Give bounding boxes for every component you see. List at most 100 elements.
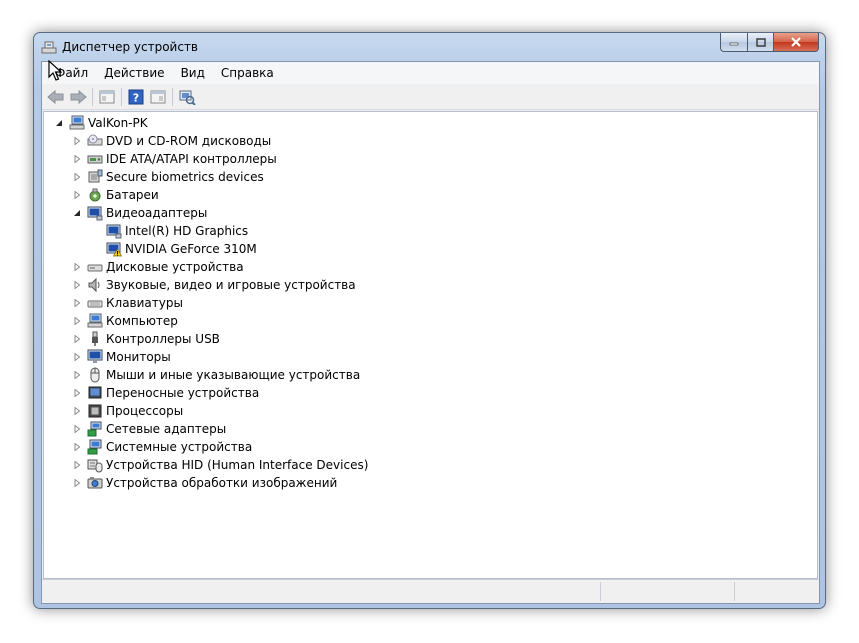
back-button[interactable] [45,86,67,108]
expand-triangle-icon[interactable] [73,425,81,433]
expand-triangle-icon[interactable] [73,407,81,415]
tree-expander[interactable] [72,370,82,380]
properties-pane-icon [99,90,115,103]
tree-expander[interactable] [72,460,82,470]
dvd-drive-icon [87,134,103,146]
tree-expander[interactable] [54,118,64,128]
device-manager-icon [41,41,57,54]
details-view-icon [150,90,166,103]
expand-triangle-icon[interactable] [73,263,81,271]
tree-expander[interactable] [72,406,82,416]
expand-triangle-icon[interactable] [73,371,81,379]
tree-category-node[interactable]: Клавиатуры [72,294,183,312]
tree-label: Компьютер [106,314,178,328]
tree-icon [87,439,103,455]
collapse-triangle-icon[interactable] [55,119,63,127]
tree-label: Дисковые устройства [106,260,244,274]
tree-category-node[interactable]: Переносные устройства [72,384,259,402]
tree-label: Мыши и иные указывающие устройства [106,368,361,382]
tree-expander[interactable] [72,190,82,200]
monitor-icon [87,349,103,363]
tree-category-node[interactable]: Процессоры [72,402,183,420]
tree-category-node[interactable]: Дисковые устройства [72,258,244,276]
close-button[interactable] [773,33,819,52]
tree-label: Устройства HID (Human Interface Devices) [106,458,369,472]
expand-triangle-icon[interactable] [73,191,81,199]
details-view-button[interactable] [147,86,169,108]
help-button[interactable]: ? [125,86,147,108]
tree-category-node[interactable]: DVD и CD-ROM дисководы [72,132,271,150]
tree-label: Переносные устройства [106,386,260,400]
tree-expander[interactable] [72,442,82,452]
tree-expander[interactable] [72,208,82,218]
tree-category-node[interactable]: Звуковые, видео и игровые устройства [72,276,356,294]
keyboard-icon [87,300,103,308]
tree-category-node[interactable]: IDE ATA/ATAPI контроллеры [72,150,277,168]
menu-bar: Файл Действие Вид Справка [42,62,819,84]
tree-label: Звуковые, видео и игровые устройства [106,278,356,292]
tree-expander[interactable] [72,154,82,164]
tree-category-node[interactable]: Мониторы [72,348,171,366]
tree-category-node[interactable]: Компьютер [72,312,178,330]
device-manager-window: Диспетчер устройств Файл Действие Вид Сп… [33,32,826,609]
tree-category-node[interactable]: Устройства обработки изображений [72,474,337,492]
tree-label: Системные устройства [106,440,253,454]
forward-button[interactable] [67,86,89,108]
expand-triangle-icon[interactable] [73,479,81,487]
tree-root-node[interactable]: ValKon-PK [54,114,148,132]
expand-triangle-icon[interactable] [73,137,81,145]
display-adapter-icon [87,206,103,221]
tree-expander[interactable] [72,262,82,272]
tree-expander[interactable] [72,388,82,398]
expand-triangle-icon[interactable] [73,335,81,343]
collapse-triangle-icon[interactable] [73,209,81,217]
tree-category-node[interactable]: Системные устройства [72,438,252,456]
tree-category-node[interactable]: Мыши и иные указывающие устройства [72,366,360,384]
expand-triangle-icon[interactable] [73,389,81,397]
expand-triangle-icon[interactable] [73,155,81,163]
maximize-button[interactable] [747,33,773,52]
scan-hardware-button[interactable] [176,86,198,108]
tree-expander[interactable] [72,316,82,326]
menu-view[interactable]: Вид [173,63,213,83]
forward-arrow-icon [70,89,87,104]
usb-icon [92,331,98,346]
portable-device-icon [88,386,102,399]
tree-expander[interactable] [72,172,82,182]
toolbar-separator [121,87,122,106]
biometric-device-icon [88,169,103,183]
tree-expander[interactable] [72,136,82,146]
tree-device-node[interactable]: NVIDIA GeForce 310M [91,240,257,258]
tree-category-node[interactable]: Видеоадаптеры [72,204,207,222]
expand-triangle-icon[interactable] [73,443,81,451]
tree-category-node[interactable]: Устройства HID (Human Interface Devices) [72,456,368,474]
tree-expander[interactable] [72,424,82,434]
tree-category-node[interactable]: Secure biometrics devices [72,168,264,186]
expand-triangle-icon[interactable] [73,299,81,307]
tree-expander[interactable] [72,298,82,308]
tree-device-node[interactable]: Intel(R) HD Graphics [91,222,248,240]
tree-expander[interactable] [72,334,82,344]
expand-triangle-icon[interactable] [73,173,81,181]
tree-category-node[interactable]: Батареи [72,186,159,204]
tree-expander[interactable] [72,478,82,488]
tree-icon [87,259,103,275]
tree-expander[interactable] [72,280,82,290]
expand-triangle-icon[interactable] [73,353,81,361]
properties-pane-button[interactable] [96,86,118,108]
title-bar[interactable]: Диспетчер устройств [34,33,825,61]
tree-icon [87,367,103,383]
tree-category-node[interactable]: Контроллеры USB [72,330,220,348]
tree-expander[interactable] [72,352,82,362]
menu-help[interactable]: Справка [213,63,282,83]
tree-icon [106,241,122,257]
expand-triangle-icon[interactable] [73,317,81,325]
menu-action[interactable]: Действие [96,63,172,83]
tree-label: Мониторы [106,350,171,364]
tree-category-node[interactable]: Сетевые адаптеры [72,420,226,438]
minimize-button[interactable] [720,33,747,52]
expand-triangle-icon[interactable] [73,281,81,289]
scan-hardware-icon [179,90,196,105]
toolbar: ? [42,84,819,110]
expand-triangle-icon[interactable] [73,461,81,469]
